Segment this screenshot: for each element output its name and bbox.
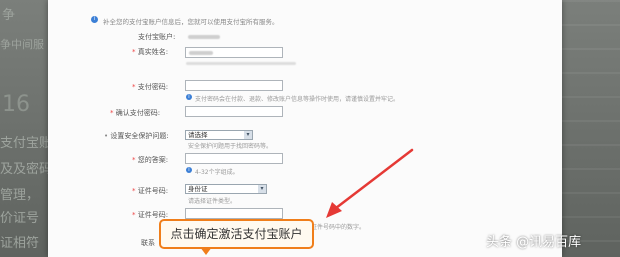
- watermark: 头条 @讯易百库: [486, 235, 582, 250]
- bg-text: 争: [2, 8, 16, 23]
- contact-label: 联系: [141, 239, 155, 247]
- bg-text: 管理，: [0, 188, 40, 203]
- info-icon: i: [186, 94, 192, 100]
- account-value-blurred: [188, 35, 220, 39]
- id-type-hint: 请选择证件类型。: [188, 198, 237, 205]
- bg-decoration: [560, 0, 620, 257]
- answer-input[interactable]: [185, 153, 283, 164]
- bg-text: 支付宝账: [0, 136, 53, 151]
- answer-hint: 4-32个字组成。: [195, 169, 239, 176]
- account-label: 支付宝账户:: [138, 33, 176, 41]
- info-icon: i: [186, 167, 192, 173]
- security-question-hint: 安全保护问题用于找回密码等。: [188, 143, 273, 150]
- confirm-password-label: * 确认支付密码:: [110, 109, 161, 117]
- bg-text: 证相符: [0, 236, 40, 251]
- answer-label: * 您的答案:: [132, 156, 169, 164]
- realname-hint-blurred: [186, 62, 296, 65]
- bg-text: 争中间服: [0, 38, 44, 51]
- id-type-select[interactable]: 身份证 ▾: [185, 184, 267, 194]
- form-notice: 补全您的支付宝账户信息后，您就可以使用支付宝所有服务。: [103, 18, 279, 26]
- callout-tail: [200, 247, 212, 255]
- info-icon: i: [91, 16, 98, 23]
- bg-text: 价证号: [0, 211, 40, 226]
- realname-value-blurred: [189, 51, 213, 55]
- bg-text: 16: [2, 92, 30, 117]
- realname-label: * 真实姓名:: [132, 48, 169, 56]
- pay-password-hint: 支付密码会在付款、退款、修改账户信息等操作时使用，请谨慎设置并牢记。: [195, 96, 400, 103]
- security-question-select[interactable]: 请选择 ▾: [185, 130, 253, 140]
- id-type-label: * 证件号码:: [132, 187, 169, 195]
- chevron-down-icon: ▾: [244, 131, 252, 139]
- pay-password-label: * 支付密码:: [132, 83, 169, 91]
- confirm-password-input[interactable]: [185, 106, 283, 117]
- id-number-input[interactable]: [185, 208, 283, 219]
- realname-input[interactable]: [185, 47, 283, 58]
- pay-password-input[interactable]: [185, 80, 283, 91]
- security-question-label: • 设置安全保护问题:: [104, 132, 169, 140]
- chevron-down-icon: ▾: [258, 185, 266, 193]
- bg-text: 及及密码: [0, 162, 53, 177]
- instruction-callout: 点击确定激活支付宝账户: [159, 219, 314, 249]
